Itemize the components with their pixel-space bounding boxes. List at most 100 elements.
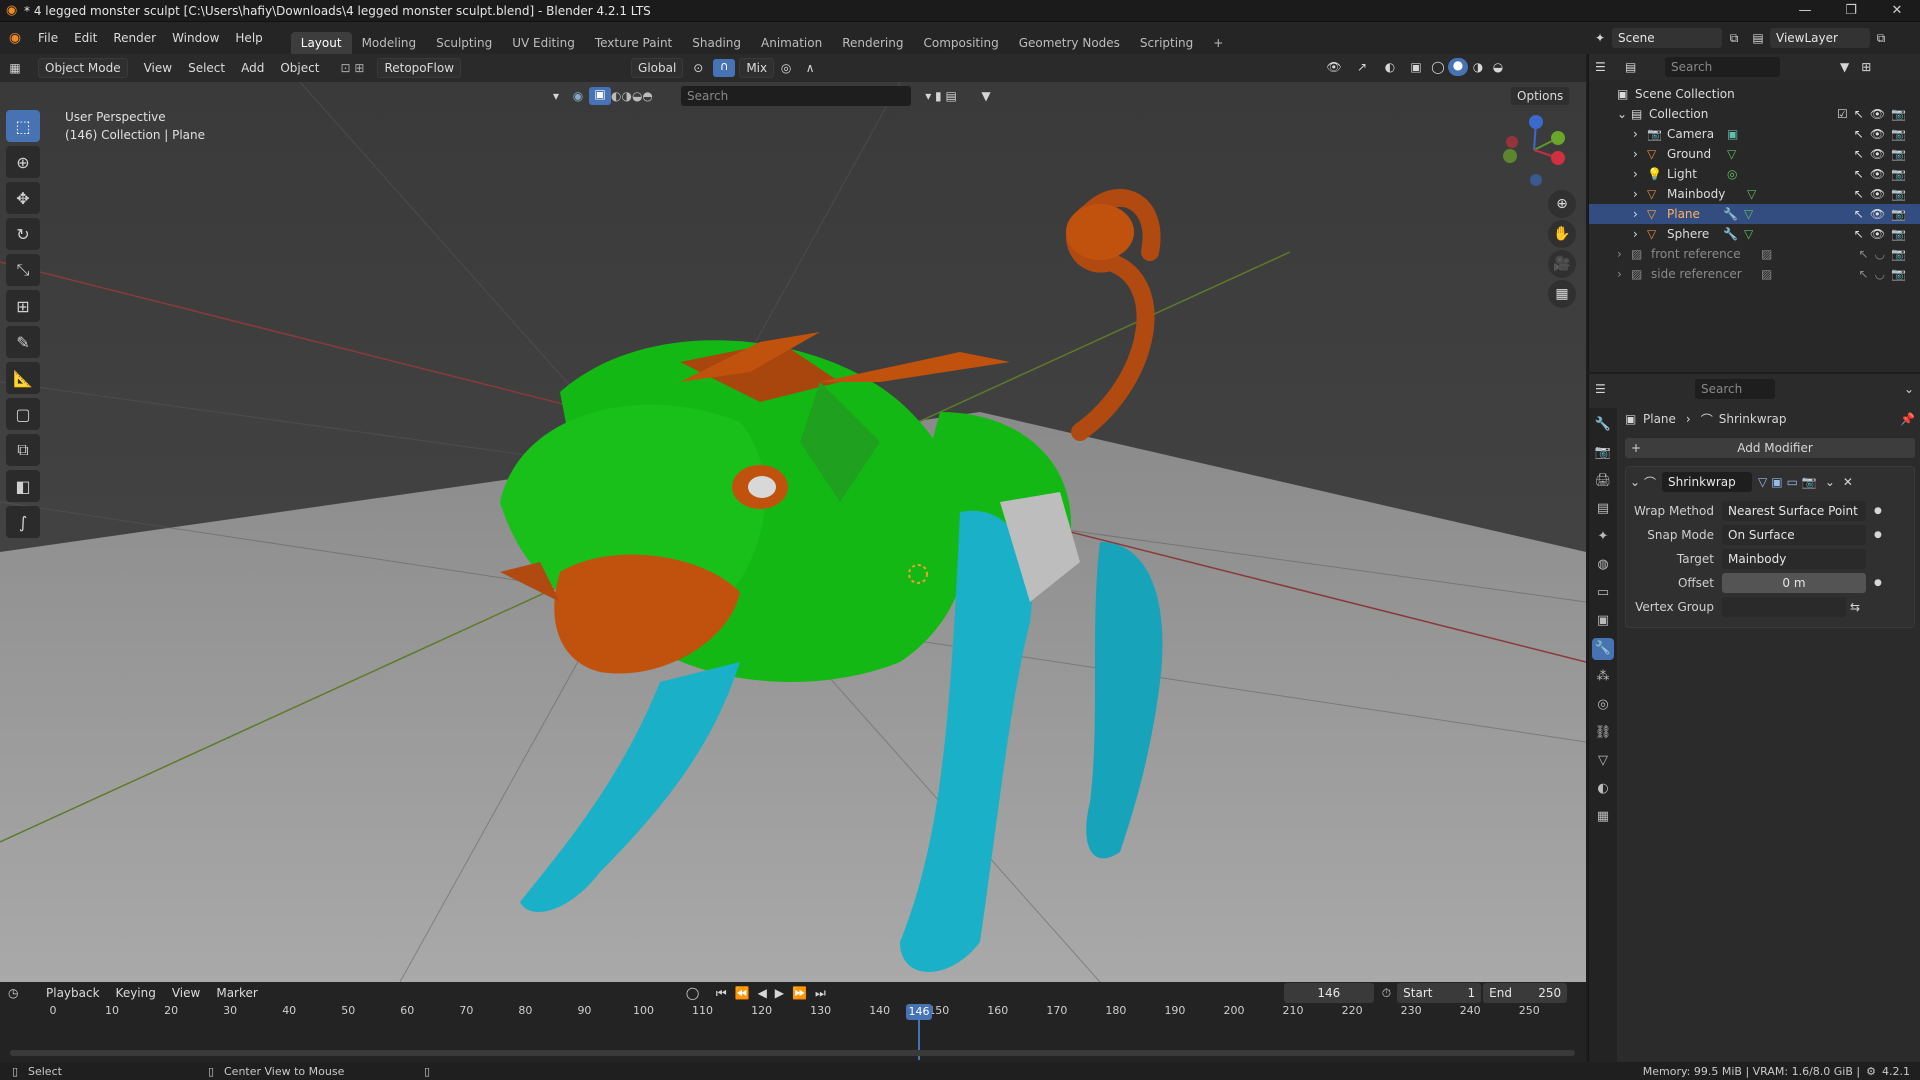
bookmark-icons[interactable]: ▾ ▮ ▤: [911, 89, 971, 103]
vertex-group-field[interactable]: [1722, 597, 1846, 617]
move-tool-icon[interactable]: ✥: [6, 182, 40, 214]
expand-chevron-icon[interactable]: ›: [1633, 147, 1647, 161]
minimize-button[interactable]: —: [1782, 0, 1828, 22]
expand-chevron-icon[interactable]: ›: [1633, 187, 1647, 201]
filter-icon[interactable]: ▼: [971, 89, 1001, 103]
wrap-method-dropdown[interactable]: Nearest Surface Point: [1722, 501, 1866, 521]
perspective-toggle-icon[interactable]: ▦: [1548, 280, 1576, 308]
invert-vertex-group-icon[interactable]: ⇆: [1850, 600, 1860, 614]
expand-chevron-icon[interactable]: ›: [1633, 207, 1647, 221]
keyframe-dot-icon[interactable]: ●: [1874, 578, 1882, 588]
viewport-menu-add[interactable]: Add: [233, 57, 272, 79]
outliner-editor-icon[interactable]: ☰: [1595, 60, 1625, 74]
tab-modeling[interactable]: Modeling: [352, 32, 427, 54]
row-toggles[interactable]: ↖👁📷: [1854, 127, 1912, 141]
collection-tab-icon[interactable]: ▭: [1592, 582, 1614, 604]
menu-file[interactable]: File: [30, 27, 66, 49]
tab-animation[interactable]: Animation: [751, 32, 832, 54]
select-mode-icons[interactable]: ◐◑◒◓: [611, 89, 681, 103]
display-mode-icon[interactable]: ▤: [1625, 60, 1655, 74]
outliner-item-ground[interactable]: › ▽ Ground ▽ ↖👁📷: [1589, 144, 1920, 164]
scene-field[interactable]: Scene: [1612, 28, 1722, 48]
viewport-search-input[interactable]: Search: [681, 86, 911, 106]
menu-window[interactable]: Window: [164, 27, 227, 49]
object-tab-icon[interactable]: ▣: [1592, 610, 1614, 632]
physics-tab-icon[interactable]: ◎: [1592, 694, 1614, 716]
modifier-tab-icon[interactable]: 🔧: [1592, 638, 1614, 660]
texture-tab-icon[interactable]: ▦: [1592, 806, 1614, 828]
new-viewlayer-icon[interactable]: ⧉: [1870, 31, 1892, 46]
view-layer-tab-icon[interactable]: ▤: [1592, 498, 1614, 520]
scene-collection-row[interactable]: ▣ Scene Collection: [1589, 84, 1920, 104]
outliner-item-side-referencer[interactable]: › ▨ side referencer ▨ ↖◡📷: [1589, 264, 1920, 284]
row-toggles[interactable]: ↖👁📷: [1854, 167, 1912, 181]
tab-shading[interactable]: Shading: [682, 32, 751, 54]
zoom-icon[interactable]: ⊕: [1548, 190, 1576, 218]
expand-chevron-icon[interactable]: ›: [1617, 247, 1631, 261]
retopoflow-dropdown[interactable]: RetopoFlow: [377, 58, 462, 78]
modifier-menu-chevron-icon[interactable]: ⌄: [1825, 475, 1835, 489]
measure-tool-icon[interactable]: 📐: [6, 362, 40, 394]
visibility-icon[interactable]: 👁: [1320, 60, 1348, 74]
properties-dropdown-icon[interactable]: ⌄: [1904, 382, 1914, 396]
transform-tool-icon[interactable]: ⊞: [6, 290, 40, 322]
cursor-tool-icon[interactable]: ⊕: [6, 146, 40, 178]
viewport-menu-object[interactable]: Object: [272, 57, 327, 79]
pan-hand-icon[interactable]: ✋: [1548, 220, 1576, 248]
row-toggles[interactable]: ↖👁📷: [1854, 227, 1912, 241]
tab-compositing[interactable]: Compositing: [913, 32, 1008, 54]
camera-view-icon[interactable]: 🎥: [1548, 250, 1576, 278]
outliner-item-front-reference[interactable]: › ▨ front reference ▨ ↖◡📷: [1589, 244, 1920, 264]
editor-type-icon[interactable]: ▦: [0, 61, 30, 75]
row-toggles[interactable]: ↖👁📷: [1854, 187, 1912, 201]
solid-shading-icon[interactable]: ●: [1448, 58, 1468, 76]
material-tab-icon[interactable]: ◐: [1592, 778, 1614, 800]
properties-search-input[interactable]: Search: [1695, 379, 1775, 399]
expand-chevron-icon[interactable]: ›: [1633, 127, 1647, 141]
particles-tab-icon[interactable]: ⁂: [1592, 666, 1614, 688]
add-modifier-button[interactable]: + Add Modifier: [1625, 438, 1915, 458]
viewport-menu-view[interactable]: View: [136, 57, 180, 79]
outliner-item-mainbody[interactable]: › ▽ Mainbody ▽ ↖👁📷: [1589, 184, 1920, 204]
extrude-tool-icon[interactable]: ⧉: [6, 434, 40, 466]
collection-row[interactable]: ⌄ ▤ Collection ☑↖👁📷: [1589, 104, 1920, 124]
annotate-tool-icon[interactable]: ✎: [6, 326, 40, 358]
properties-editor-icon[interactable]: ☰: [1595, 382, 1625, 396]
rotate-tool-icon[interactable]: ↻: [6, 218, 40, 250]
snap-mode-dropdown[interactable]: Mix: [739, 58, 775, 78]
outliner-search-input[interactable]: Search: [1665, 57, 1780, 77]
snap-magnet-icon[interactable]: ∩: [713, 59, 736, 77]
tab-geometry-nodes[interactable]: Geometry Nodes: [1009, 32, 1130, 54]
blender-menu-icon[interactable]: ◉: [0, 30, 30, 46]
outliner-item-camera[interactable]: › 📷 Camera ▣ ↖👁📷: [1589, 124, 1920, 144]
shading-ball-icon[interactable]: ◉: [567, 89, 589, 103]
scale-tool-icon[interactable]: ⤡: [6, 254, 40, 286]
expand-chevron-icon[interactable]: ›: [1633, 167, 1647, 181]
overlay-icon[interactable]: ◐: [1376, 60, 1404, 74]
overlay-dropdown-icon[interactable]: ▾: [545, 89, 567, 103]
modifier-name-field[interactable]: Shrinkwrap: [1662, 472, 1752, 492]
pin-icon[interactable]: 📌: [1900, 412, 1915, 426]
gizmo-toggle-icon[interactable]: ⊡ ⊞: [327, 61, 377, 75]
world-tab-icon[interactable]: ◍: [1592, 554, 1614, 576]
tab-texture-paint[interactable]: Texture Paint: [585, 32, 682, 54]
retopo-tool-icon[interactable]: ◧: [6, 470, 40, 502]
add-cube-tool-icon[interactable]: ▢: [6, 398, 40, 430]
viewlayer-field[interactable]: ViewLayer: [1770, 28, 1870, 48]
collapse-chevron-icon[interactable]: ⌄: [1630, 475, 1644, 489]
select-box-icon[interactable]: ▣: [589, 87, 611, 105]
mesh-data-tab-icon[interactable]: ▽: [1592, 750, 1614, 772]
expand-chevron-icon[interactable]: ›: [1617, 267, 1631, 281]
playhead-frame-indicator[interactable]: 146: [906, 1004, 932, 1020]
menu-edit[interactable]: Edit: [66, 27, 105, 49]
outliner-item-sphere[interactable]: › ▽ Sphere 🔧 ▽ ↖👁📷: [1589, 224, 1920, 244]
curve-tool-icon[interactable]: ∫: [6, 506, 40, 538]
rendered-shading-icon[interactable]: ◒: [1488, 60, 1508, 74]
expand-chevron-icon[interactable]: ⌄: [1617, 107, 1631, 121]
outliner-filter-icon[interactable]: ▼: [1840, 60, 1849, 74]
proportional-edit-icon[interactable]: ◎: [774, 61, 798, 75]
offset-field[interactable]: 0 m: [1722, 573, 1866, 593]
menu-render[interactable]: Render: [105, 27, 164, 49]
tab-layout[interactable]: Layout: [290, 32, 352, 54]
pivot-icon[interactable]: ⊙: [683, 61, 713, 75]
